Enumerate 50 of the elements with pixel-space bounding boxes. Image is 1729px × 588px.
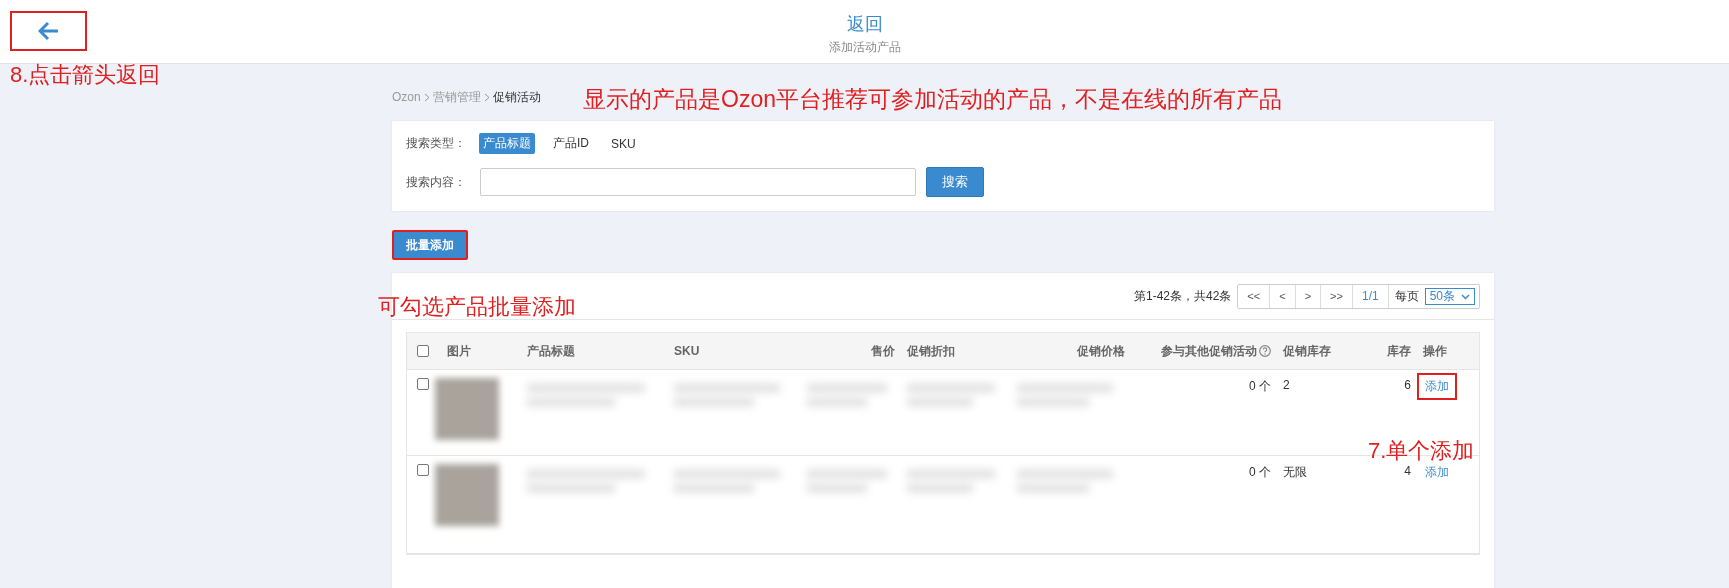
search-type-option[interactable]: SKU — [607, 134, 640, 153]
table-cell: 无限 — [1283, 465, 1307, 479]
column-header: 图片 — [447, 343, 471, 358]
chevron-right-icon — [423, 92, 430, 102]
page-subtitle: 添加活动产品 — [828, 38, 901, 56]
search-input[interactable] — [480, 168, 916, 196]
column-header: 库存 — [1387, 343, 1411, 358]
back-button[interactable] — [10, 11, 87, 51]
column-header: SKU — [674, 344, 700, 358]
per-page-select[interactable]: 50条 — [1424, 288, 1475, 305]
table-cell: 6 — [1404, 378, 1411, 392]
column-header: 参与其他促销活动 — [1161, 343, 1257, 358]
row-checkbox[interactable] — [417, 378, 429, 390]
caret-icon — [1461, 293, 1470, 300]
add-link[interactable]: 添加 — [1417, 373, 1457, 400]
table-cell: 2 — [1283, 378, 1290, 392]
table-cell: 0 个 — [1249, 379, 1271, 393]
batch-add-button[interactable]: 批量添加 — [392, 230, 468, 260]
pager-button[interactable]: << — [1238, 285, 1271, 308]
breadcrumb-item[interactable]: Ozon — [392, 90, 421, 104]
annotation-text: 7.单个添加 — [1368, 437, 1475, 465]
per-page-label: 每页 — [1393, 288, 1420, 305]
field-label: 搜索类型： — [406, 135, 467, 152]
table-cell: 4 — [1404, 464, 1411, 478]
column-header: 促销库存 — [1283, 343, 1331, 358]
column-header: 促销价格 — [1077, 343, 1125, 358]
column-header: 产品标题 — [527, 343, 575, 358]
back-arrow-icon — [37, 21, 60, 41]
help-icon — [1259, 345, 1271, 358]
search-type-option[interactable]: 产品ID — [549, 133, 593, 154]
column-header: 售价 — [871, 343, 895, 358]
photo-placeholder — [435, 464, 499, 526]
search-button[interactable]: 搜索 — [926, 167, 984, 197]
page-title: 返回 — [846, 12, 883, 36]
column-header: 促销折扣 — [907, 343, 955, 358]
breadcrumb-item: 促销活动 — [492, 88, 541, 106]
page-number: 1/1 — [1352, 285, 1389, 308]
annotation-text: 8.点击箭头返回 — [10, 61, 161, 89]
breadcrumb-item[interactable]: 营销管理 — [432, 88, 481, 106]
search-type-option[interactable]: 产品标题 — [479, 133, 535, 154]
select-all-checkbox[interactable] — [417, 345, 429, 357]
field-label: 搜索内容： — [406, 173, 467, 191]
row-checkbox[interactable] — [417, 464, 429, 476]
table-cell: 0 个 — [1249, 465, 1271, 479]
annotation-text: 可勾选产品批量添加 — [378, 293, 576, 321]
column-header: 操作 — [1423, 343, 1447, 358]
page-summary: 第1-42条，共42条 — [1134, 288, 1232, 305]
photo-placeholder — [435, 378, 499, 440]
annotation-text: 显示的产品是Ozon平台推荐可参加活动的产品，不是在线的所有产品 — [583, 85, 1282, 114]
chevron-right-icon — [483, 92, 490, 102]
